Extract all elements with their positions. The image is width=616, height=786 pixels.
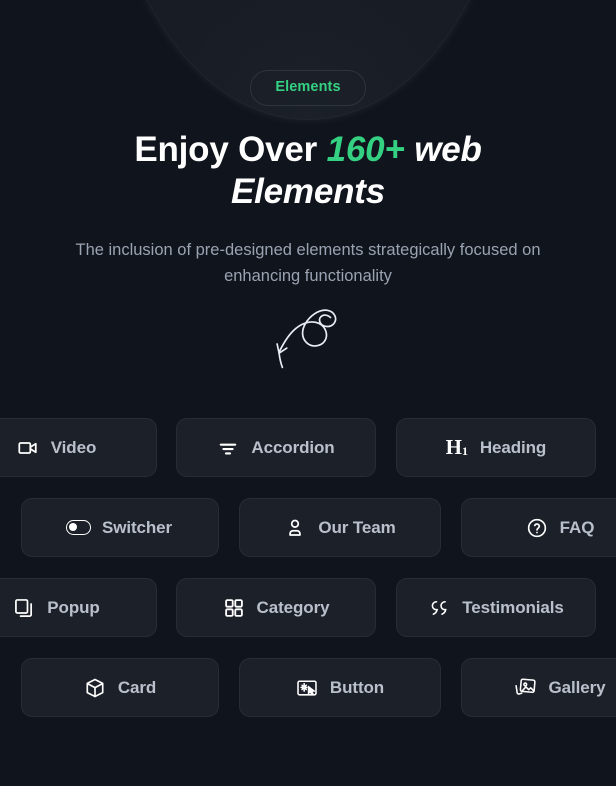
element-chip-label: FAQ bbox=[559, 517, 595, 537]
hero-block: Elements Enjoy Over 160+ web Elements Th… bbox=[0, 0, 616, 378]
section-badge[interactable]: Elements bbox=[250, 70, 366, 106]
element-chip-accordion[interactable]: Accordion bbox=[176, 418, 376, 477]
cube-icon bbox=[84, 677, 106, 699]
headline-highlight: 160+ bbox=[326, 129, 405, 169]
element-row-3: Popup Category Testimonials bbox=[0, 578, 616, 658]
element-chip-label: Popup bbox=[47, 597, 100, 617]
element-chip-label: Button bbox=[329, 677, 385, 697]
element-chip-switcher[interactable]: Switcher bbox=[21, 498, 219, 557]
element-chip-label: Accordion bbox=[251, 437, 335, 457]
element-chip-label: Testimonials bbox=[462, 597, 564, 617]
element-chip-label: Card bbox=[117, 677, 157, 697]
element-chip-category[interactable]: Category bbox=[176, 578, 376, 637]
grid-squares-icon bbox=[223, 597, 245, 619]
element-chip-label: Gallery bbox=[548, 677, 606, 697]
element-chip-popup[interactable]: Popup bbox=[0, 578, 157, 637]
element-row-2: Switcher Our Team FAQ bbox=[0, 498, 616, 578]
element-chip-label: Switcher bbox=[101, 517, 173, 537]
element-chip-label: Heading bbox=[479, 437, 547, 457]
element-row-4: Card Button Gallery bbox=[0, 658, 616, 738]
copy-layers-icon bbox=[13, 597, 35, 619]
elements-section-page: Elements Enjoy Over 160+ web Elements Th… bbox=[0, 0, 616, 786]
section-subtitle: The inclusion of pre-designed elements s… bbox=[75, 240, 541, 286]
element-chip-testimonials[interactable]: Testimonials bbox=[396, 578, 596, 637]
question-circle-icon bbox=[526, 517, 548, 539]
element-chip-video[interactable]: Video bbox=[0, 418, 157, 477]
decorative-arrow bbox=[0, 304, 616, 378]
curly-loop-arrow-icon bbox=[276, 309, 337, 369]
element-chip-label: Our Team bbox=[318, 517, 396, 537]
element-chip-card[interactable]: Card bbox=[21, 658, 219, 717]
element-chip-heading[interactable]: H1 Heading bbox=[396, 418, 596, 477]
image-stack-icon bbox=[514, 677, 537, 699]
video-camera-icon bbox=[17, 437, 39, 459]
person-icon bbox=[284, 517, 306, 539]
element-row-1: Video Accordion H1 Heading bbox=[0, 418, 616, 498]
element-chip-rows: Video Accordion H1 Heading Switcher Our … bbox=[0, 418, 616, 738]
element-chip-gallery[interactable]: Gallery bbox=[461, 658, 616, 717]
heading-h1-icon: H1 bbox=[445, 435, 468, 459]
quote-marks-icon bbox=[428, 597, 450, 619]
element-chip-button[interactable]: Button bbox=[239, 658, 441, 717]
element-chip-label: Category bbox=[256, 597, 330, 617]
element-chip-our-team[interactable]: Our Team bbox=[239, 498, 441, 557]
headline-prefix: Enjoy Over bbox=[134, 129, 327, 169]
page-title: Enjoy Over 160+ web Elements bbox=[0, 129, 616, 213]
cursor-click-icon bbox=[296, 677, 318, 699]
accordion-lines-icon bbox=[217, 437, 239, 459]
element-chip-faq[interactable]: FAQ bbox=[461, 498, 616, 557]
toggle-switch-icon bbox=[66, 517, 92, 539]
element-chip-label: Video bbox=[50, 437, 97, 457]
